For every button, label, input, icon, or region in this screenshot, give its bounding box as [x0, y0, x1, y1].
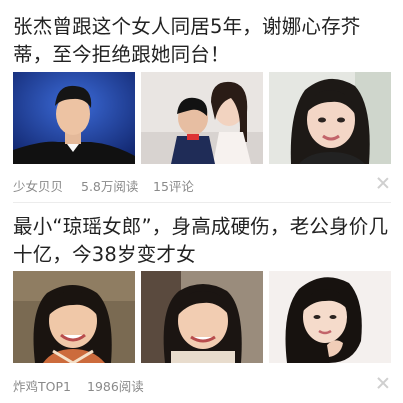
- read-count: 5.8万阅读: [81, 179, 139, 194]
- divider: [13, 202, 391, 203]
- article-meta: 炸鸡TOP1 1986阅读: [13, 376, 391, 395]
- article-title[interactable]: 最小“琼瑶女郎”，身高成硬伤，老公身价几十亿，今38岁变才女: [13, 213, 393, 269]
- article-meta: 少女贝贝 5.8万阅读 15评论: [13, 176, 391, 195]
- source-name[interactable]: 少女贝贝: [13, 176, 63, 195]
- feed-item[interactable]: 张杰曾跟这个女人同居5年，谢娜心存芥蒂，至今拒绝跟她同台！ 少女贝贝 5.8万阅…: [0, 0, 403, 205]
- thumbnail-image[interactable]: [141, 271, 263, 363]
- thumbnail-image[interactable]: [269, 72, 391, 164]
- thumbnail-image[interactable]: [13, 271, 135, 363]
- thumbnail-image[interactable]: [13, 72, 135, 164]
- read-count: 1986阅读: [87, 379, 144, 394]
- source-name[interactable]: 炸鸡TOP1: [13, 376, 71, 395]
- thumbnail-row: [13, 271, 391, 363]
- thumbnail-image[interactable]: [269, 271, 391, 363]
- thumbnail-row: [13, 72, 391, 164]
- close-icon[interactable]: [377, 377, 389, 389]
- comment-count: 15评论: [153, 179, 194, 194]
- close-icon[interactable]: [377, 177, 389, 189]
- feed-item[interactable]: 最小“琼瑶女郎”，身高成硬伤，老公身价几十亿，今38岁变才女 炸鸡TOP1 19…: [0, 205, 403, 403]
- article-title[interactable]: 张杰曾跟这个女人同居5年，谢娜心存芥蒂，至今拒绝跟她同台！: [13, 13, 393, 69]
- thumbnail-image[interactable]: [141, 72, 263, 164]
